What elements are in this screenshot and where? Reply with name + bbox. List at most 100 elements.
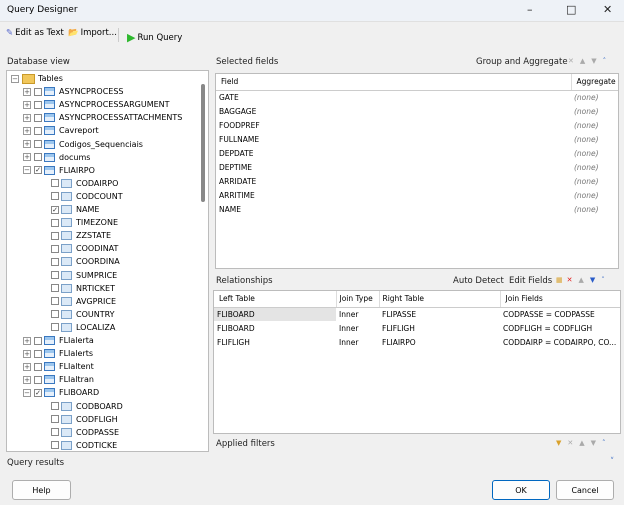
move-up-icon[interactable]: ▲	[580, 57, 585, 65]
aggregate-value[interactable]: (none)	[571, 104, 618, 118]
expand-toggle-icon[interactable]: +	[23, 100, 31, 109]
checkbox[interactable]	[34, 126, 42, 135]
database-tree[interactable]: − Tables + ASYNCPROCESS + ASYNCPROCESSARGUMEN…	[6, 70, 209, 452]
join-fields-cell[interactable]: CODPASSE = CODPASSE	[500, 307, 620, 321]
tree-item[interactable]: − ✓ FLIBOARD	[23, 386, 99, 399]
move-up-icon[interactable]: ▲	[579, 276, 584, 284]
close-icon[interactable]: ✕	[603, 3, 612, 16]
checkbox[interactable]	[51, 244, 59, 253]
field-row[interactable]: BAGGAGE (none)	[216, 104, 618, 118]
col-right-table[interactable]: Right Table	[379, 291, 501, 308]
right-table-cell[interactable]: FLIFLIGH	[379, 321, 500, 335]
field-row[interactable]: ARRIDATE (none)	[216, 174, 618, 188]
cancel-button[interactable]: Cancel	[556, 480, 614, 500]
expand-toggle-icon[interactable]: +	[23, 140, 31, 148]
relationship-row[interactable]: FLIBOARD Inner FLIPASSE CODPASSE = CODPASSE	[214, 307, 620, 321]
checkbox[interactable]	[51, 323, 59, 332]
expand-toggle-icon[interactable]: +	[23, 87, 31, 96]
checkbox[interactable]: ✓	[51, 205, 59, 214]
checkbox[interactable]	[34, 100, 42, 109]
field-row[interactable]: DEPTIME (none)	[216, 160, 618, 174]
filter-icon[interactable]: ▼	[556, 439, 561, 447]
aggregate-value[interactable]: (none)	[571, 160, 618, 174]
selected-fields-grid[interactable]: Field Aggregate GATE (none) BAGGAGE (none) FOO…	[215, 73, 619, 269]
delete-icon[interactable]: ✕	[567, 276, 573, 284]
col-aggregate[interactable]: Aggregate	[571, 74, 618, 91]
expand-toggle-icon[interactable]: +	[23, 375, 31, 384]
tree-item[interactable]: + ASYNCPROCESSARGUMENT	[23, 98, 170, 111]
tree-item[interactable]: − Tables	[11, 72, 63, 85]
move-up-icon[interactable]: ▲	[579, 439, 584, 447]
join-fields-cell[interactable]: CODFLIGH = CODFLIGH	[500, 321, 620, 335]
auto-detect-button[interactable]: Auto Detect	[453, 276, 504, 286]
tree-item[interactable]: COODINAT	[51, 242, 118, 255]
expand-toggle-icon[interactable]: +	[23, 113, 31, 122]
tree-item[interactable]: AVGPRICE	[51, 295, 116, 308]
aggregate-value[interactable]: (none)	[571, 118, 618, 132]
relationship-row[interactable]: FLIFLIGH Inner FLIAIRPO CODDAIRP = CODAIRPO…	[214, 335, 620, 349]
tree-item[interactable]: − ✓ FLIAIRPO	[23, 164, 95, 177]
collapse-icon[interactable]: ˄	[602, 439, 606, 447]
tree-item[interactable]: COORDINA	[51, 255, 120, 268]
right-table-cell[interactable]: FLIAIRPO	[379, 335, 500, 349]
checkbox[interactable]	[51, 441, 59, 450]
aggregate-value[interactable]: (none)	[571, 90, 618, 104]
edit-fields-button[interactable]: Edit Fields	[509, 276, 552, 286]
group-aggregate-button[interactable]: Group and Aggregate	[476, 57, 568, 67]
tree-item[interactable]: TIMEZONE	[51, 216, 118, 229]
tree-item[interactable]: + FLIaltent	[23, 360, 94, 373]
tree-item[interactable]: + FLIaltran	[23, 373, 94, 386]
collapse-icon[interactable]: ˄	[603, 57, 607, 65]
right-table-cell[interactable]: FLIPASSE	[379, 307, 500, 321]
tree-item[interactable]: + ASYNCPROCESS	[23, 85, 123, 98]
tree-item[interactable]: ZZSTATE	[51, 229, 111, 242]
move-down-icon[interactable]: ▼	[591, 57, 596, 65]
tree-item[interactable]: CODBOARD	[51, 400, 123, 413]
field-row[interactable]: DEPDATE (none)	[216, 146, 618, 160]
run-query-button[interactable]: ▶ Run Query	[127, 31, 182, 44]
checkbox[interactable]	[34, 113, 42, 122]
collapse-icon[interactable]: ˄	[601, 276, 605, 284]
expand-toggle-icon[interactable]: +	[23, 349, 31, 358]
tree-item[interactable]: CODCOUNT	[51, 190, 123, 203]
tree-item[interactable]: + ASYNCPROCESSATTACHMENTS	[23, 111, 182, 124]
left-table-cell[interactable]: FLIFLIGH	[214, 335, 336, 349]
join-type-cell[interactable]: Inner	[336, 307, 379, 321]
expand-toggle-icon[interactable]: +	[23, 153, 31, 162]
tree-item[interactable]: CODAIRPO	[51, 177, 118, 190]
collapse-toggle-icon[interactable]: −	[11, 74, 19, 83]
aggregate-value[interactable]: (none)	[571, 202, 618, 216]
expand-toggle-icon[interactable]: +	[23, 362, 31, 371]
add-relation-icon[interactable]: ▦	[556, 276, 563, 284]
edit-as-text-button[interactable]: ✎ Edit as Text	[6, 28, 64, 38]
checkbox[interactable]	[51, 218, 59, 227]
checkbox[interactable]	[51, 310, 59, 319]
delete-icon[interactable]: ✕	[568, 57, 574, 65]
left-table-cell[interactable]: FLIBOARD	[214, 307, 336, 321]
tree-item[interactable]: CODFLIGH	[51, 413, 118, 426]
join-fields-cell[interactable]: CODDAIRP = CODAIRPO, CO...	[500, 335, 620, 349]
move-down-icon[interactable]: ▼	[591, 439, 596, 447]
tree-item[interactable]: + FLIalerta	[23, 334, 94, 347]
checkbox[interactable]	[34, 153, 42, 162]
tree-item[interactable]: CODPASSE	[51, 426, 119, 439]
checkbox[interactable]	[51, 297, 59, 306]
import-button[interactable]: 📂 Import...	[68, 28, 117, 38]
col-field[interactable]: Field	[216, 74, 572, 91]
checkbox[interactable]	[34, 349, 42, 358]
checkbox[interactable]	[51, 428, 59, 437]
checkbox[interactable]: ✓	[34, 166, 42, 175]
help-button[interactable]: Help	[12, 480, 71, 500]
checkbox[interactable]	[51, 192, 59, 201]
tree-item[interactable]: LOCALIZA	[51, 321, 115, 334]
checkbox[interactable]	[34, 87, 42, 96]
field-row[interactable]: GATE (none)	[216, 90, 618, 104]
tree-item[interactable]: + FLIalerts	[23, 347, 93, 360]
expand-toggle-icon[interactable]: +	[23, 336, 31, 345]
col-join-fields[interactable]: Join Fields	[500, 291, 620, 308]
aggregate-value[interactable]: (none)	[571, 132, 618, 146]
expand-toggle-icon[interactable]: +	[23, 126, 31, 135]
minimize-icon[interactable]: –	[527, 3, 533, 16]
relationships-grid[interactable]: Left Table Join Type Right Table Join Fi…	[213, 290, 621, 434]
checkbox[interactable]	[51, 257, 59, 266]
